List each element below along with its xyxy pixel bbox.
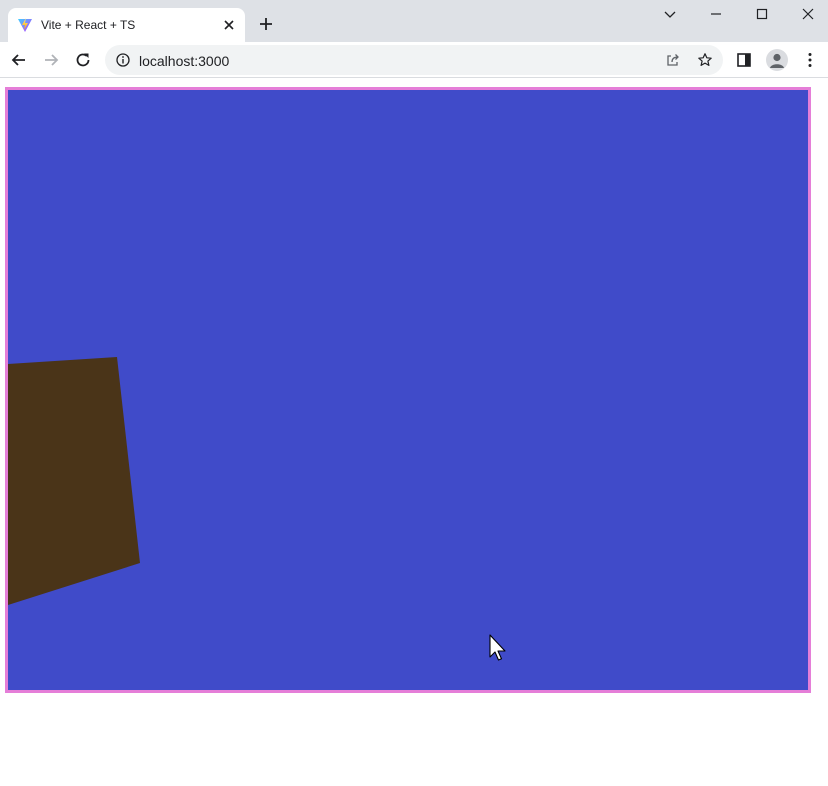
vite-logo-icon [18, 18, 32, 32]
plus-icon[interactable] [257, 15, 275, 33]
chevron-down-icon[interactable] [662, 6, 678, 22]
profile-avatar[interactable] [766, 49, 788, 71]
person-icon [770, 53, 784, 68]
render-canvas[interactable] [5, 87, 811, 693]
tab-title: Vite + React + TS [41, 18, 136, 32]
browser-tab[interactable]: Vite + React + TS [8, 8, 245, 42]
canvas-background [8, 90, 808, 690]
reload-icon[interactable] [74, 51, 92, 69]
arrow-right-icon[interactable] [42, 51, 60, 69]
canvas-scene [8, 90, 808, 690]
browser-toolbar: localhost:3000 [0, 42, 828, 78]
maximize-icon[interactable] [754, 6, 770, 22]
arrow-left-icon[interactable] [10, 51, 28, 69]
info-icon[interactable] [116, 53, 130, 67]
side-panel-icon[interactable] [735, 51, 753, 69]
kebab-menu-icon[interactable] [801, 51, 819, 69]
window-close-icon[interactable] [800, 6, 816, 22]
close-icon[interactable] [221, 17, 237, 33]
star-icon[interactable] [697, 52, 713, 68]
share-icon[interactable] [665, 52, 681, 68]
tab-strip: Vite + React + TS [0, 0, 828, 42]
minimize-icon[interactable] [708, 6, 724, 22]
brown-quad-shape [8, 357, 140, 605]
address-bar[interactable]: localhost:3000 [105, 45, 723, 75]
url-text[interactable]: localhost:3000 [139, 53, 229, 69]
mouse-cursor-icon [489, 634, 506, 661]
